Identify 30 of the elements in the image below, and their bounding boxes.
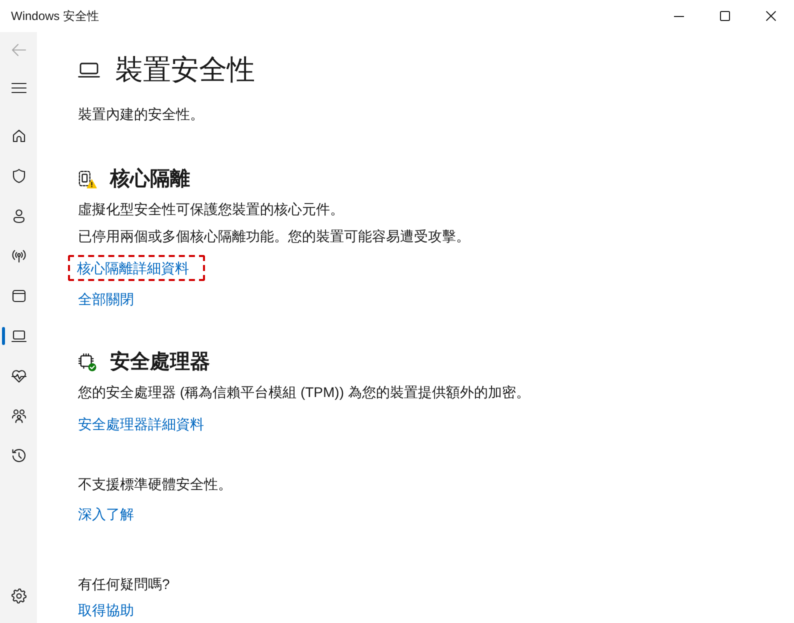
page-subtitle: 裝置內建的安全性。 <box>78 105 205 124</box>
section-text: 已停用兩個或多個核心隔離功能。您的裝置可能容易遭受攻擊。 <box>78 227 471 246</box>
section-text: 虛擬化型安全性可保護您裝置的核心元件。 <box>78 200 345 219</box>
laptop-icon <box>78 62 100 78</box>
link[interactable]: 安全處理器詳細資料 <box>78 414 204 434</box>
window-title: Windows 安全性 <box>10 8 100 24</box>
back-arrow-icon <box>10 42 26 58</box>
people-icon <box>10 408 26 424</box>
maximize-icon <box>720 11 730 21</box>
help-link[interactable]: 取得協助 <box>78 600 134 620</box>
menu-icon <box>10 82 26 94</box>
laptop-icon <box>10 328 26 344</box>
link[interactable]: 核心隔離詳細資料 <box>77 258 189 278</box>
link[interactable]: 深入了解 <box>78 504 134 524</box>
person-icon <box>10 208 26 224</box>
shield-icon <box>10 168 26 184</box>
section-text: 您的安全處理器 (稱為信賴平台模組 (TPM)) 為您的裝置提供額外的加密。 <box>78 383 531 402</box>
link[interactable]: 全部關閉 <box>78 289 134 309</box>
history-icon <box>10 448 26 464</box>
close-icon <box>766 11 776 21</box>
heart-pulse-icon <box>10 368 26 384</box>
section-title: 安全處理器 <box>110 350 210 375</box>
section-title: 核心隔離 <box>110 166 190 192</box>
section-text: 不支援標準硬體安全性。 <box>78 475 233 494</box>
help-title: 有任何疑問嗎? <box>78 575 171 594</box>
home-icon <box>10 128 26 144</box>
settings-icon <box>10 588 26 604</box>
page-title: 裝置安全性 <box>115 53 255 87</box>
window-icon <box>10 288 26 304</box>
antenna-icon <box>10 248 26 264</box>
